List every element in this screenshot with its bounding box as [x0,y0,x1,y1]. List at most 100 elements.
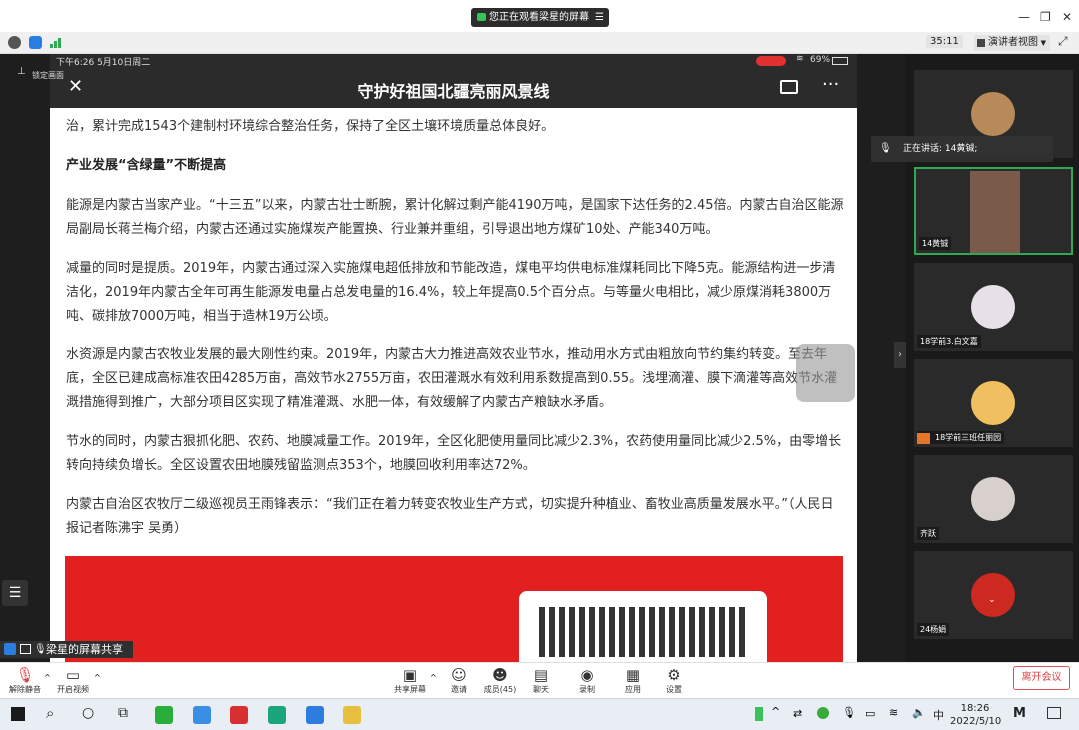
float-window-icon[interactable] [780,80,798,94]
speaking-indicator: 🎙 正在讲话: 14黄铖; [871,136,1053,162]
screen-share-banner[interactable]: 您正在观看梁星的屏幕 ☰ [471,8,609,27]
battery-level: 69% [810,55,831,65]
leave-meeting-button[interactable]: 离开会议 [1013,666,1070,690]
start-video-button[interactable]: ▭ 开启视频 [48,663,98,699]
avatar [971,92,1015,136]
participant-tile-active[interactable]: 14黄铖 [914,167,1073,255]
share-banner-text: 您正在观看梁星的屏幕 [489,12,589,23]
share-indicator-icon [477,13,486,21]
participant-name: 18学前三班任丽园 [917,431,1005,444]
participant-tile[interactable]: 18学前三班任丽园 [914,359,1073,447]
mic-muted-icon: 🎙 [15,666,35,684]
share-screen-label: 共享屏幕 [394,685,426,694]
fullscreen-icon[interactable]: ⤢ [1058,34,1068,49]
volume-icon[interactable]: 🔈 [912,706,926,719]
ime-logo-icon[interactable]: M [1013,706,1026,721]
article-nav-bar: ✕ 守护好祖国北疆亮丽风景线 ··· [50,68,857,108]
meeting-timer: 35:11 [926,35,963,48]
minimize-button[interactable]: — [1018,10,1030,24]
phone-status-time: 下午6:26 5月10日周二 [56,58,151,68]
system-clock[interactable]: 18:26 2022/5/10 [950,702,1002,728]
avatar [971,381,1015,425]
participant-name: 齐跃 [917,527,939,540]
lock-screen-label[interactable]: 锁定画面 [32,70,64,81]
avatar [971,477,1015,521]
app-icon[interactable] [268,706,286,724]
article-paragraph: 水资源是内蒙古农牧业发展的最大刚性约束。2019年，内蒙古大力推进高效农业节水，… [66,347,838,410]
tencent-meeting-icon[interactable] [306,706,324,724]
collapse-panel-arrow-icon[interactable]: › [894,342,906,368]
banner-menu-icon[interactable]: ☰ [595,8,604,27]
security-shield-icon[interactable] [29,36,42,49]
close-button[interactable]: ✕ [1062,10,1072,24]
settings-label: 设置 [666,685,682,694]
tray-app-icon[interactable] [817,707,829,719]
avatar [971,285,1015,329]
chevron-down-icon[interactable]: ⌄ [988,595,996,605]
wifi-icon: ≋ [796,54,804,64]
participant-tile[interactable]: 齐跃 [914,455,1073,543]
wechat-icon[interactable] [155,706,173,724]
cortana-icon[interactable]: ○ [82,705,94,721]
record-button[interactable]: ◉ 录制 [562,663,612,699]
chevron-up-icon[interactable]: ^ [94,673,101,682]
participant-name: 14黄铖 [919,237,952,250]
battery-tray-icon[interactable] [755,707,763,721]
participant-tile[interactable]: 18学前3.白文嘉 [914,263,1073,351]
participant-video [970,171,1020,253]
window-titlebar: 您正在观看梁星的屏幕 ☰ — ❐ ✕ [0,0,1079,32]
notification-icon[interactable] [1047,707,1061,719]
video-off-icon: ▭ [65,666,81,684]
ime-indicator[interactable]: 中 [933,707,944,723]
battery-icon [832,57,848,65]
clock-time: 18:26 [960,703,990,714]
screen-share-label: 梁星的屏幕共享 [46,643,123,656]
mic-icon: 🎙 [34,644,47,655]
mic-icon: 🎙 [879,143,892,154]
wps-icon[interactable] [230,706,248,724]
chat-button[interactable]: ▤ 聊天 [516,663,566,699]
app-icon[interactable] [193,706,211,724]
windows-taskbar: ⌕ ○ ⧉ ^ ⇄ 🎙 ▭ ≋ 🔈 中 M [0,698,1079,730]
settings-button[interactable]: ⚙ 设置 [649,663,699,699]
start-video-label: 开启视频 [57,685,89,694]
task-view-icon[interactable]: ⧉ [118,705,128,721]
floating-assist-button[interactable] [796,344,855,402]
meeting-controls: 🎙 解除静音 ^ ▭ 开启视频 ^ ▣ 共享屏幕 ^ ☺ 邀请 ☻ 成员(45)… [0,662,1079,698]
speaking-text: 正在讲话: 14黄铖; [903,144,978,154]
pin-icon[interactable]: ⊥ [17,66,26,77]
article-section-heading: 产业发展“含绿量”不断提高 [66,158,227,173]
user-icon [4,643,16,655]
clock-date: 2022/5/10 [950,716,1002,727]
chat-icon: ▤ [533,666,549,684]
article-paragraph: 减量的同时是提质。2019年，内蒙古通过深入实施煤电超低排放和节能改造，煤电平均… [66,261,836,324]
participant-tile[interactable]: ⌄ 24杨娟 [914,551,1073,639]
share-screen-button[interactable]: ▣ 共享屏幕 [385,663,435,699]
share-screen-icon: ▣ [402,666,418,684]
gear-icon: ⚙ [667,666,681,684]
tray-icon[interactable]: ⇄ [793,707,802,720]
screen-share-tag: 🎙 梁星的屏幕共享 [0,641,133,658]
unmute-button[interactable]: 🎙 解除静音 [0,663,50,699]
host-icon [917,433,930,444]
list-menu-icon[interactable]: ☰ [2,580,28,606]
view-mode-dropdown[interactable]: 演讲者视图 ▼ [974,35,1050,51]
wifi-icon[interactable]: ≋ [889,706,898,719]
qr-code-card [519,591,767,662]
search-icon[interactable]: ⌕ [46,704,54,722]
record-label: 录制 [579,685,595,694]
restore-button[interactable]: ❐ [1040,10,1051,24]
chevron-up-icon[interactable]: ^ [771,705,780,718]
unmute-label: 解除静音 [9,685,41,694]
mic-icon[interactable]: 🎙 [842,706,856,719]
info-icon[interactable] [8,36,21,49]
article-content: 治，累计完成1543个建制村环境综合整治任务，保持了全区土壤环境质量总体良好。 … [50,108,857,662]
tray-icon[interactable]: ▭ [865,707,875,720]
file-explorer-icon[interactable] [343,706,361,724]
signal-icon[interactable] [50,38,62,48]
more-menu-icon[interactable]: ··· [822,74,839,95]
windows-start-icon[interactable] [11,707,25,721]
grid-icon [977,39,985,47]
participant-name: 24杨娟 [917,623,950,636]
article-paragraph: 内蒙古自治区农牧厅二级巡视员王雨锋表示：“我们正在着力转变农牧业生产方式，切实提… [66,497,834,536]
